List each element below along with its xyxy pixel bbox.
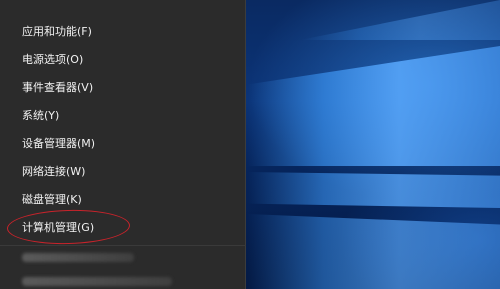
menu-item-label: 系统(Y) <box>22 109 60 122</box>
menu-item-label: 事件查看器(V) <box>22 81 94 94</box>
menu-item-system[interactable]: 系统(Y) <box>0 101 246 129</box>
wallpaper-light-beam <box>248 214 500 289</box>
blurred-menu-item <box>22 253 134 262</box>
menu-item-label: 设备管理器(M) <box>22 137 96 150</box>
menu-item-computer-management[interactable]: 计算机管理(G) <box>0 213 246 241</box>
menu-item-apps-and-features[interactable]: 应用和功能(F) <box>0 17 246 45</box>
menu-item-device-manager[interactable]: 设备管理器(M) <box>0 129 246 157</box>
menu-item-label: 网络连接(W) <box>22 165 86 178</box>
menu-item-event-viewer[interactable]: 事件查看器(V) <box>0 73 246 101</box>
menu-item-network-connections[interactable]: 网络连接(W) <box>0 157 246 185</box>
power-user-menu: 应用和功能(F) 电源选项(O) 事件查看器(V) 系统(Y) 设备管理器(M)… <box>0 0 246 289</box>
menu-item-label: 计算机管理(G) <box>22 221 95 234</box>
wallpaper-light-beam <box>248 172 500 208</box>
menu-separator <box>0 245 246 246</box>
blurred-menu-item <box>22 277 172 286</box>
menu-item-label: 应用和功能(F) <box>22 25 92 38</box>
menu-item-disk-management[interactable]: 磁盘管理(K) <box>0 185 246 213</box>
menu-item-label: 电源选项(O) <box>22 53 84 66</box>
menu-item-label: 磁盘管理(K) <box>22 193 82 206</box>
menu-item-power-options[interactable]: 电源选项(O) <box>0 45 246 73</box>
wallpaper-light-beam <box>300 0 500 40</box>
wallpaper-light-beam <box>248 46 500 166</box>
